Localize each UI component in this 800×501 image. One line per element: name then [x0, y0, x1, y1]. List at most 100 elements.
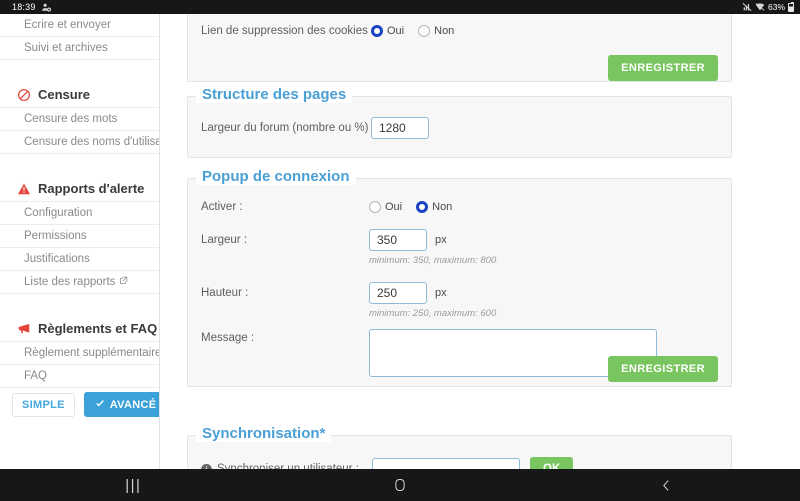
recents-button[interactable]: ||| [0, 478, 267, 493]
signal-off-icon [742, 2, 752, 12]
sidebar-header-label: Rapports d'alerte [38, 181, 145, 196]
sidebar-item-label: FAQ [24, 370, 48, 382]
check-icon [95, 398, 105, 411]
back-button[interactable] [533, 479, 800, 492]
battery-icon [788, 1, 794, 12]
structure-panel: Structure des pages Largeur du forum (no… [187, 86, 732, 158]
sync-ok-button[interactable]: OK [530, 457, 574, 469]
bullhorn-icon [17, 322, 31, 336]
popup-message-row: Message : [201, 329, 657, 377]
popup-message-label: Message : [201, 332, 255, 344]
popup-width-label: Largeur : [201, 234, 248, 246]
home-button[interactable] [267, 478, 534, 492]
sidebar: Ecrire et envoyer Suivi et archives Cens… [0, 14, 160, 469]
cookies-save-button[interactable]: ENREGISTRER [608, 55, 718, 81]
popup-width-row: Largeur : px minimum: 350, maximum: 800 [201, 229, 496, 266]
radio-label: Oui [385, 201, 403, 213]
popup-height-label: Hauteur : [201, 287, 249, 299]
popup-height-row: Hauteur : px minimum: 250, maximum: 600 [201, 282, 496, 319]
structure-panel-legend: Structure des pages [196, 86, 353, 103]
sidebar-item-censure-des-mots[interactable]: Censure des mots [0, 108, 159, 131]
popup-height-hint: minimum: 250, maximum: 600 [369, 308, 497, 319]
status-left-icons [41, 2, 52, 13]
sidebar-item-label: Censure des noms d'utilisat... [24, 136, 159, 148]
simple-mode-button[interactable]: SIMPLE [12, 392, 75, 417]
sidebar-item-reglement-supplementaire[interactable]: Règlement supplémentaire [0, 342, 159, 365]
popup-radio-oui[interactable]: Oui [369, 201, 402, 213]
recents-icon: ||| [125, 476, 142, 494]
sidebar-item-label: Ecrire et envoyer [24, 19, 111, 31]
battery-percent: 63% [767, 2, 785, 12]
sidebar-item-label: Suivi et archives [24, 42, 108, 54]
radio-label: Non [434, 25, 455, 37]
sidebar-item-label: Liste des rapports [24, 276, 116, 288]
cookies-radio-non[interactable]: Non [418, 25, 454, 37]
sidebar-item-liste-des-rapports[interactable]: Liste des rapports [0, 271, 159, 294]
sidebar-header-reglements-faq: Règlements et FAQ [0, 316, 159, 342]
cookies-link-label: Lien de suppression des cookies : [201, 25, 375, 37]
sidebar-header-rapports-alerte: Rapports d'alerte [0, 176, 159, 202]
sync-user-row: i Synchroniser un utilisateur : OK [201, 457, 574, 469]
sidebar-item-faq[interactable]: FAQ [0, 365, 159, 388]
mode-toggle-group: SIMPLE AVANCÉ [12, 392, 159, 417]
main-content: Lien de suppression des cookies : Oui No… [160, 14, 800, 469]
popup-activate-label: Activer : [201, 201, 243, 213]
warning-triangle-icon [17, 182, 31, 196]
page-viewport: Ecrire et envoyer Suivi et archives Cens… [0, 14, 800, 469]
sidebar-item-label: Règlement supplémentaire [24, 347, 159, 359]
radio-indicator [416, 201, 429, 213]
popup-activate-row: Activer : Oui Non [201, 201, 452, 213]
radio-indicator [418, 25, 431, 37]
cookies-radio-group: Oui Non [371, 25, 454, 37]
forum-width-input[interactable] [371, 117, 429, 139]
forum-width-label: Largeur du forum (nombre ou %) : [201, 122, 375, 134]
sidebar-item-label: Configuration [24, 207, 93, 219]
status-clock: 18:39 [12, 2, 36, 12]
advanced-mode-button[interactable]: AVANCÉ [83, 392, 159, 417]
status-right-icons: 63% [742, 1, 794, 12]
popup-width-hint: minimum: 350, maximum: 800 [369, 255, 497, 266]
popup-activate-radio-group: Oui Non [369, 201, 452, 213]
cookies-radio-oui[interactable]: Oui [371, 25, 404, 37]
sidebar-item-permissions[interactable]: Permissions [0, 225, 159, 248]
wifi-icon [755, 3, 765, 11]
sync-user-input[interactable] [372, 458, 520, 469]
sidebar-item-suivi-et-archives[interactable]: Suivi et archives [0, 37, 159, 60]
sidebar-group-reglements: Règlements et FAQ Règlement supplémentai… [0, 316, 159, 388]
home-icon [395, 478, 405, 492]
ban-icon [17, 88, 31, 102]
popup-width-unit: px [435, 234, 447, 246]
sidebar-header-label: Censure [38, 87, 91, 102]
popup-height-input[interactable] [369, 282, 427, 304]
sidebar-group-0: Ecrire et envoyer Suivi et archives [0, 14, 159, 60]
popup-save-button[interactable]: ENREGISTRER [608, 356, 718, 382]
sidebar-header-label: Règlements et FAQ [38, 321, 158, 336]
sidebar-item-label: Permissions [24, 230, 87, 242]
android-nav-bar: ||| [0, 469, 800, 501]
sidebar-group-rapports: Rapports d'alerte Configuration Permissi… [0, 176, 159, 294]
sidebar-item-censure-des-noms[interactable]: Censure des noms d'utilisat... [0, 131, 159, 154]
sidebar-item-configuration[interactable]: Configuration [0, 202, 159, 225]
sidebar-header-censure: Censure [0, 82, 159, 108]
sidebar-item-ecrire-et-envoyer[interactable]: Ecrire et envoyer [0, 14, 159, 37]
radio-indicator [369, 201, 381, 213]
popup-panel-legend: Popup de connexion [196, 168, 356, 185]
radio-indicator [371, 25, 383, 37]
sidebar-item-justifications[interactable]: Justifications [0, 248, 159, 271]
cookies-panel: Lien de suppression des cookies : Oui No… [187, 14, 732, 82]
popup-panel: Popup de connexion Activer : Oui Non Lar… [187, 168, 732, 387]
popup-width-input[interactable] [369, 229, 427, 251]
structure-width-row: Largeur du forum (nombre ou %) : [201, 117, 429, 139]
popup-height-unit: px [435, 287, 447, 299]
radio-label: Oui [387, 25, 405, 37]
radio-label: Non [432, 201, 453, 213]
popup-radio-non[interactable]: Non [416, 201, 452, 213]
android-status-bar: 18:39 63% [0, 0, 800, 14]
cookies-row: Lien de suppression des cookies : Oui No… [201, 25, 454, 37]
advanced-mode-label: AVANCÉ [109, 398, 157, 411]
sidebar-group-censure: Censure Censure des mots Censure des nom… [0, 82, 159, 154]
person-gear-icon [41, 3, 51, 12]
